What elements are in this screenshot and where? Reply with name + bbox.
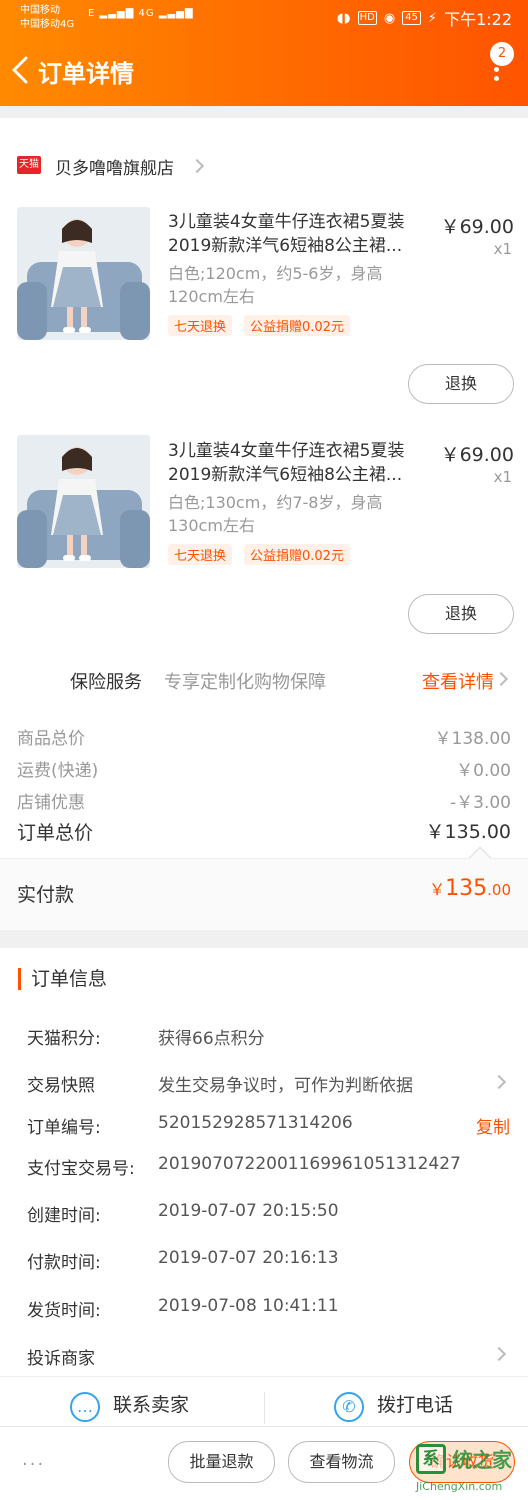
product-price: ￥69.00 [440, 444, 514, 466]
snapshot-value[interactable]: 发生交易争议时，可作为判断依据 [158, 1071, 413, 1096]
headphone-icon: ◖◗ [336, 10, 351, 26]
product-spec: 白色;130cm，约7-8岁，身高 130cm左右 [168, 491, 428, 537]
paid-time-label: 付款时间: [27, 1253, 101, 1273]
alipay-txn-value: 2019070722001169961051312427 [158, 1154, 461, 1174]
shop-name[interactable]: 贝多噜噜旗舰店 [55, 154, 174, 179]
product-quantity: x1 [493, 240, 512, 258]
batch-refund-button[interactable]: 批量退款 [168, 1441, 275, 1483]
order-total-label: 订单总价 [17, 822, 94, 844]
product-quantity: x1 [493, 468, 512, 486]
snapshot-label[interactable]: 交易快照 [27, 1071, 95, 1096]
goods-total-label: 商品总价 [17, 729, 85, 749]
paid-decimal: .00 [487, 881, 511, 899]
carrier-info: 中国移动 中国移动4G [20, 4, 74, 32]
refund-button[interactable]: 退换 [408, 594, 514, 634]
refund-button[interactable]: 退换 [408, 364, 514, 404]
paid-currency: ￥ [429, 880, 446, 899]
page-title: 订单详情 [38, 60, 134, 88]
insurance-details-link[interactable]: 查看详情 [422, 668, 494, 694]
paid-amount-value: ￥135.00 [429, 876, 511, 901]
points-label: 天猫积分: [27, 1029, 101, 1049]
signal-label: E [88, 8, 96, 19]
shipping-value: ￥0.00 [456, 761, 511, 781]
signal2-label: 4G [138, 8, 155, 19]
product-title[interactable]: 3儿童装4女童牛仔连衣裙5夏装2019新款洋气6短袖8公主裙... [168, 210, 430, 258]
paid-integer: 135 [445, 876, 488, 901]
chevron-right-icon [189, 158, 205, 174]
confirm-receipt-button[interactable]: 确认收货 [409, 1441, 515, 1483]
message-count-badge: 2 [490, 42, 514, 66]
insurance-label: 保险服务 [70, 672, 142, 693]
created-time-value: 2019-07-07 20:15:50 [158, 1201, 339, 1221]
contact-divider [264, 1392, 265, 1424]
return-policy-tag: 七天退换 [168, 315, 233, 336]
hd-icon: HD [357, 11, 377, 25]
more-actions-icon[interactable]: ··· [22, 1454, 45, 1475]
return-policy-tag: 七天退换 [168, 544, 233, 565]
battery-icon: 45 [402, 11, 421, 25]
carrier-secondary: 中国移动4G [20, 19, 75, 30]
carrier-primary: 中国移动 [20, 5, 60, 16]
product-spec: 白色;120cm，约5-6岁，身高 120cm左右 [168, 262, 428, 308]
created-time-label: 创建时间: [27, 1206, 101, 1226]
view-logistics-button[interactable]: 查看物流 [288, 1441, 395, 1483]
shop-row[interactable]: 天猫 贝多噜噜旗舰店 [0, 150, 528, 184]
charging-icon: ⚡ [427, 10, 438, 26]
alipay-txn-label: 支付宝交易号: [27, 1159, 135, 1179]
ship-time-label: 发货时间: [27, 1301, 101, 1321]
app-header: 中国移动 中国移动4G E ▂▃▅▇ 4G ▂▃▅▇ ◖◗ HD ◉ 45 ⚡ … [0, 0, 528, 106]
product-spec-line2: 130cm左右 [168, 516, 255, 535]
product-image[interactable] [17, 207, 150, 340]
charity-tag: 公益捐赠0.02元 [244, 544, 350, 565]
signal-icon: E ▂▃▅▇ 4G ▂▃▅▇ [88, 8, 194, 19]
store-discount-value: -￥3.00 [450, 793, 511, 813]
status-time: 下午1:22 [444, 10, 512, 29]
order-total-value: ￥135.00 [425, 821, 511, 843]
contact-seller-button[interactable]: 联系卖家 [113, 1390, 189, 1417]
store-discount-label: 店铺优惠 [17, 793, 85, 813]
call-button[interactable]: 拨打电话 [377, 1390, 453, 1417]
paid-time-value: 2019-07-07 20:16:13 [158, 1248, 339, 1268]
product-image[interactable] [17, 435, 150, 568]
complaint-link[interactable]: 投诉商家 [27, 1344, 95, 1369]
back-icon[interactable] [10, 56, 34, 84]
points-value: 获得66点积分 [158, 1029, 265, 1049]
product-spec-line1: 白色;120cm，约5-6岁，身高 [168, 264, 383, 283]
charity-tag: 公益捐赠0.02元 [244, 315, 350, 336]
status-right: ◖◗ HD ◉ 45 ⚡ 下午1:22 [337, 6, 512, 30]
product-title[interactable]: 3儿童装4女童牛仔连衣裙5夏装2019新款洋气6短袖8公主裙... [168, 439, 430, 487]
phone-icon[interactable]: ✆ [334, 1392, 364, 1422]
product-spec-line2: 120cm左右 [168, 287, 255, 306]
goods-total-value: ￥138.00 [434, 729, 511, 749]
shipping-label: 运费(快递) [17, 761, 99, 781]
product-price: ￥69.00 [440, 216, 514, 238]
chat-icon[interactable]: … [70, 1392, 100, 1422]
eye-icon: ◉ [383, 10, 396, 26]
order-info-heading: 订单信息 [18, 968, 107, 990]
tmall-logo-icon: 天猫 [17, 156, 41, 174]
status-bar: 中国移动 中国移动4G E ▂▃▅▇ 4G ▂▃▅▇ ◖◗ HD ◉ 45 ⚡ … [0, 0, 528, 36]
ship-time-value: 2019-07-08 10:41:11 [158, 1296, 339, 1316]
order-number-label: 订单编号: [27, 1118, 101, 1138]
paid-amount-label: 实付款 [17, 884, 75, 906]
insurance-description: 专享定制化购物保障 [164, 672, 326, 693]
copy-order-number-button[interactable]: 复制 [476, 1113, 510, 1138]
product-spec-line1: 白色;130cm，约7-8岁，身高 [168, 493, 383, 512]
order-number-value: 520152928571314206 [158, 1113, 353, 1133]
